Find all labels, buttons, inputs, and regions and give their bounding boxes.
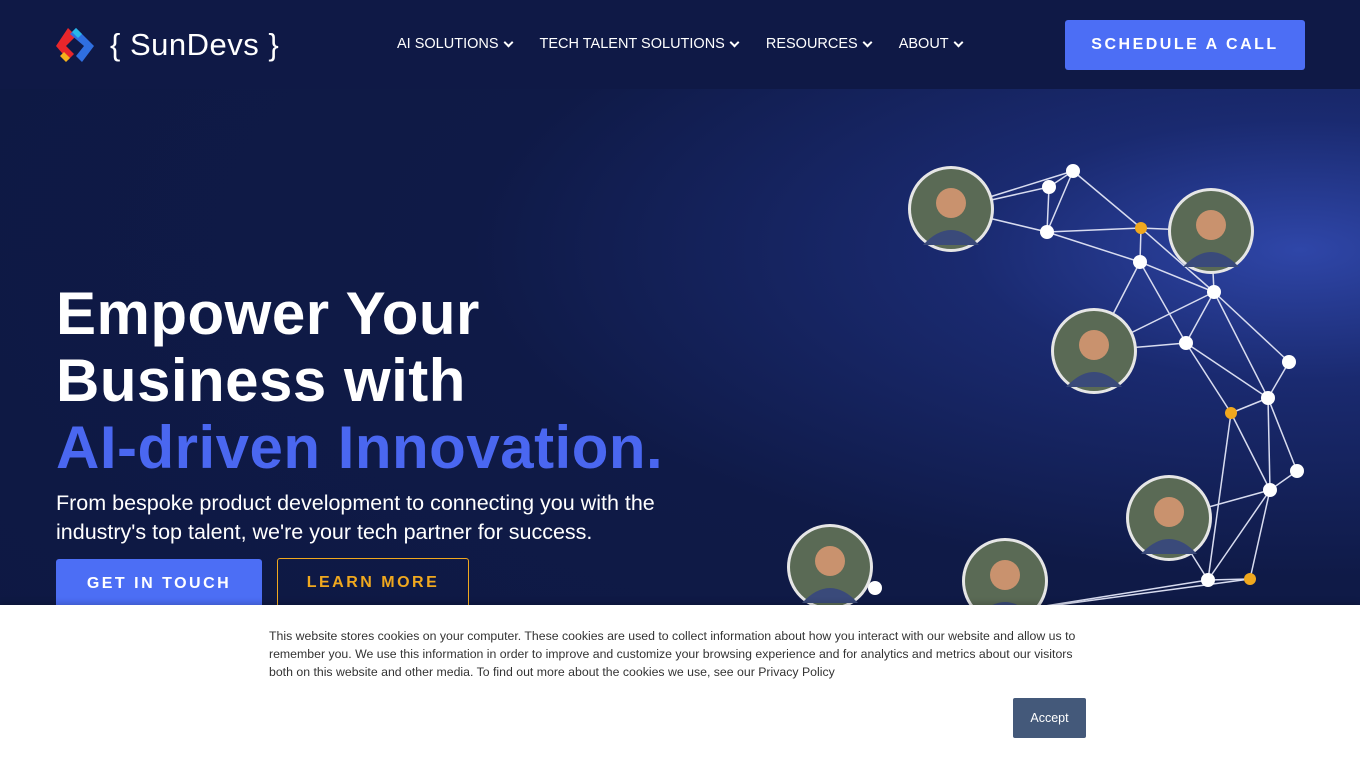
schedule-call-button[interactable]: SCHEDULE A CALL xyxy=(1065,20,1305,70)
chevron-down-icon xyxy=(729,37,740,47)
avatar-face xyxy=(1079,330,1109,360)
network-edge xyxy=(1072,170,1142,229)
network-node xyxy=(1133,255,1147,269)
network-edge xyxy=(1207,489,1271,581)
network-node xyxy=(1066,164,1080,178)
network-edge xyxy=(1139,261,1187,344)
nav-label: RESOURCES xyxy=(765,36,858,52)
get-in-touch-button[interactable]: GET IN TOUCH xyxy=(56,559,262,609)
logo[interactable]: { SunDevs } xyxy=(56,26,279,64)
network-node xyxy=(1261,391,1275,405)
avatar-face xyxy=(1154,497,1184,527)
main-nav: AI SOLUTIONS TECH TALENT SOLUTIONS RESOU… xyxy=(397,36,964,52)
hero-title-accent: AI-driven Innovation. xyxy=(56,414,664,481)
network-node xyxy=(1207,285,1221,299)
cookie-text: This website stores cookies on your comp… xyxy=(269,629,1076,679)
network-node xyxy=(1135,222,1147,234)
network-node xyxy=(1290,464,1304,478)
chevron-down-icon xyxy=(503,37,513,47)
avatar-face xyxy=(936,188,966,218)
chevron-down-icon xyxy=(953,37,964,47)
nav-label: AI SOLUTIONS xyxy=(397,36,499,52)
nav-resources[interactable]: RESOURCES xyxy=(765,36,873,52)
network-node xyxy=(1040,225,1054,239)
network-edge xyxy=(1267,397,1271,491)
nav-label: TECH TALENT SOLUTIONS xyxy=(539,36,725,52)
learn-more-button[interactable]: LEARN MORE xyxy=(277,558,469,608)
network-node xyxy=(1282,355,1296,369)
network-node xyxy=(1244,573,1256,585)
network-node xyxy=(1042,180,1056,194)
network-node xyxy=(1225,407,1237,419)
avatar-face xyxy=(990,560,1020,590)
nav-tech-talent-solutions[interactable]: TECH TALENT SOLUTIONS xyxy=(539,36,740,52)
network-edge xyxy=(1185,342,1232,414)
logo-text: { SunDevs } xyxy=(110,27,280,62)
hero-subtitle: From bespoke product development to conn… xyxy=(56,491,655,544)
network-edge xyxy=(1230,412,1271,491)
network-edge xyxy=(1213,291,1269,399)
network-edge xyxy=(1267,397,1298,472)
chevron-down-icon xyxy=(862,37,873,47)
cookie-banner: This website stores cookies on your comp… xyxy=(0,605,1360,764)
network-edge xyxy=(1046,231,1141,263)
hero-title: Empower Your Business with AI-driven Inn… xyxy=(56,280,663,481)
avatar-face xyxy=(1196,210,1226,240)
network-edge xyxy=(1207,412,1232,581)
sundevs-logo-icon xyxy=(56,28,94,62)
network-node xyxy=(868,581,882,595)
hero-title-line1: Empower Your xyxy=(56,280,480,347)
network-edge xyxy=(1213,291,1290,363)
site-header: { SunDevs } AI SOLUTIONS TECH TALENT SOL… xyxy=(0,0,1360,89)
accept-cookies-button[interactable]: Accept xyxy=(1013,698,1086,738)
avatar-face xyxy=(815,546,845,576)
network-node xyxy=(1263,483,1277,497)
network-edge xyxy=(1185,342,1269,399)
nav-ai-solutions[interactable]: AI SOLUTIONS xyxy=(397,36,513,52)
network-edge xyxy=(1046,227,1142,233)
nav-about[interactable]: ABOUT xyxy=(898,36,964,52)
hero-title-line2: Business with xyxy=(56,347,466,414)
nav-label: ABOUT xyxy=(898,36,949,52)
network-node xyxy=(1201,573,1215,587)
network-node xyxy=(1179,336,1193,350)
